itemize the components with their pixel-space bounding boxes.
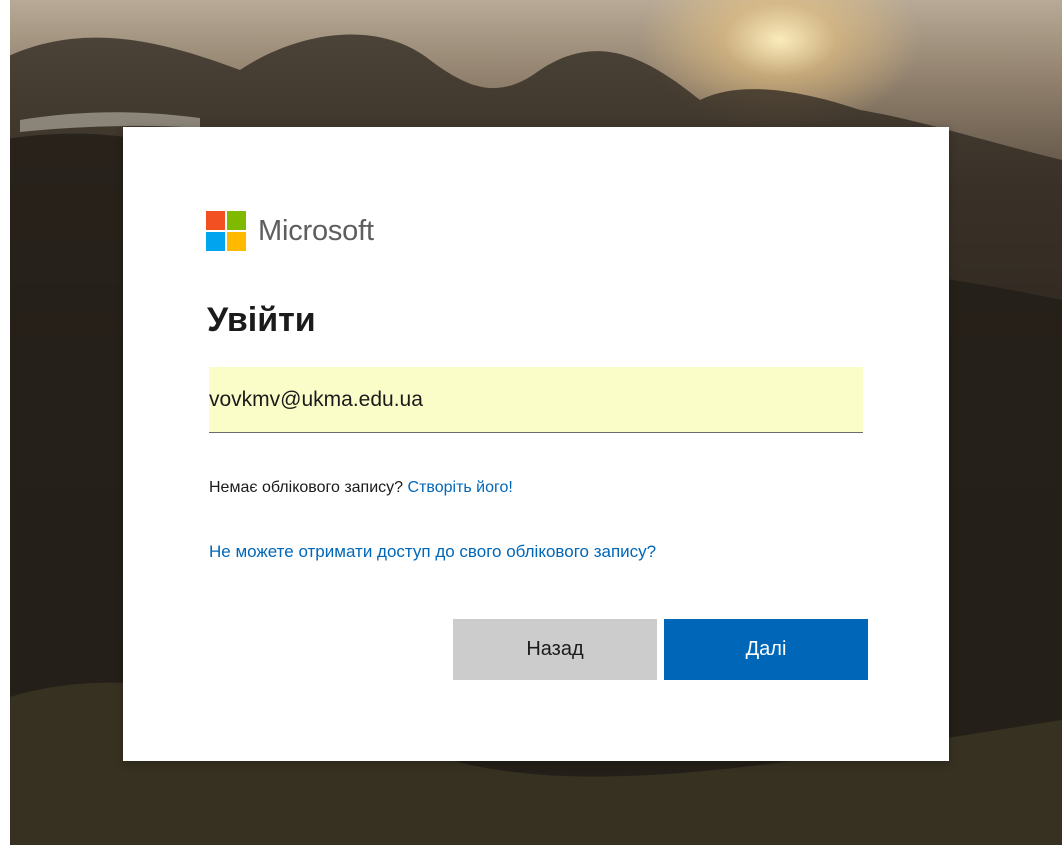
- logo-blue-square: [206, 232, 225, 251]
- next-button[interactable]: Далі: [664, 619, 868, 680]
- back-button[interactable]: Назад: [453, 619, 657, 680]
- logo-wordmark: Microsoft: [258, 214, 374, 247]
- windows-logo-icon: [206, 211, 246, 251]
- logo-red-square: [206, 211, 225, 230]
- no-account-line: Немає облікового запису? Створіть його!: [209, 479, 513, 497]
- email-field-wrapper: [209, 367, 863, 433]
- page-title: Увійти: [207, 301, 316, 339]
- left-edge-strip: [0, 0, 10, 845]
- signin-card: Microsoft Увійти Немає облікового запису…: [123, 127, 949, 761]
- logo-yellow-square: [227, 232, 246, 251]
- create-account-link[interactable]: Створіть його!: [408, 479, 513, 496]
- no-account-text: Немає облікового запису?: [209, 479, 404, 496]
- cant-access-account-link[interactable]: Не можете отримати доступ до свого облік…: [209, 542, 656, 562]
- logo-green-square: [227, 211, 246, 230]
- email-field[interactable]: [209, 367, 863, 432]
- microsoft-logo: Microsoft: [206, 211, 374, 251]
